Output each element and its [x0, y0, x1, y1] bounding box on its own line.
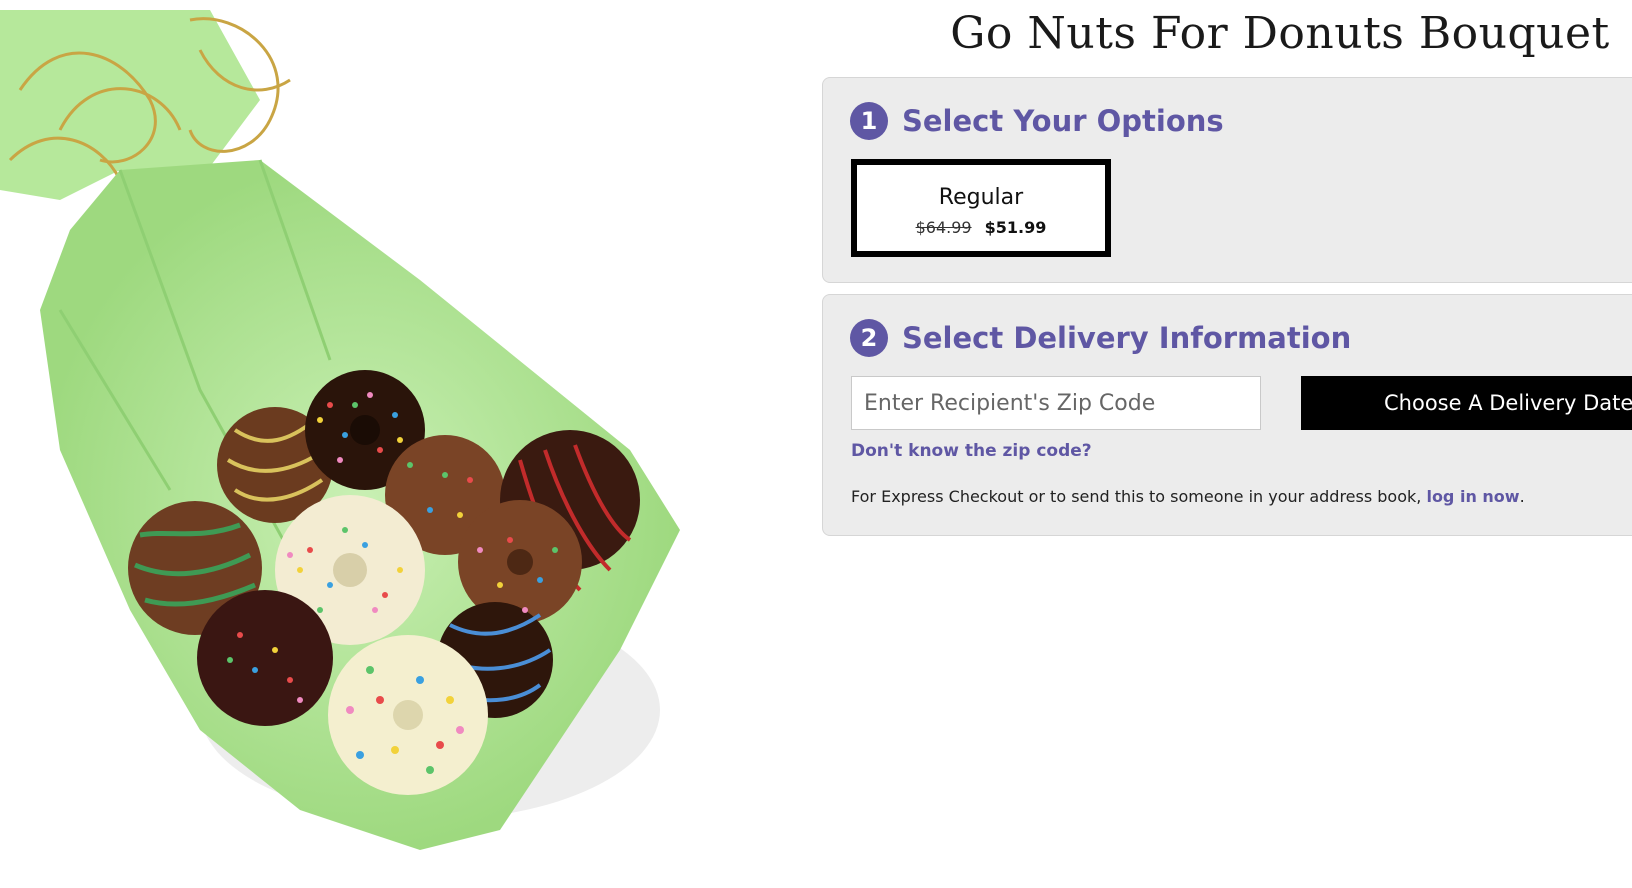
zip-help-link[interactable]: Don't know the zip code?: [851, 441, 1092, 461]
delivery-panel: 2 Select Delivery Information Choose A D…: [822, 294, 1632, 536]
option-regular-card[interactable]: Regular $64.99 $51.99: [851, 159, 1111, 257]
option-prices: $64.99 $51.99: [857, 218, 1105, 237]
express-suffix: .: [1519, 487, 1525, 506]
sale-price: $51.99: [984, 218, 1047, 237]
step-1-header: 1 Select Your Options: [850, 102, 1224, 140]
login-link[interactable]: log in now: [1426, 487, 1519, 506]
step-2-title: Select Delivery Information: [902, 321, 1352, 355]
express-checkout-text: For Express Checkout or to send this to …: [851, 487, 1525, 506]
product-image: [0, 10, 700, 870]
options-panel: 1 Select Your Options Regular $64.99 $51…: [822, 77, 1632, 283]
original-price: $64.99: [915, 218, 972, 237]
step-2-header: 2 Select Delivery Information: [850, 319, 1351, 357]
product-title: Go Nuts For Donuts Bouquet: [950, 8, 1610, 59]
zip-code-input[interactable]: [851, 376, 1261, 430]
step-1-title: Select Your Options: [902, 104, 1224, 138]
step-1-number: 1: [850, 102, 888, 140]
option-name: Regular: [938, 185, 1024, 210]
choose-delivery-date-button[interactable]: Choose A Delivery Date »: [1301, 376, 1632, 430]
step-2-number: 2: [850, 319, 888, 357]
express-checkout-message: For Express Checkout or to send this to …: [851, 487, 1427, 506]
